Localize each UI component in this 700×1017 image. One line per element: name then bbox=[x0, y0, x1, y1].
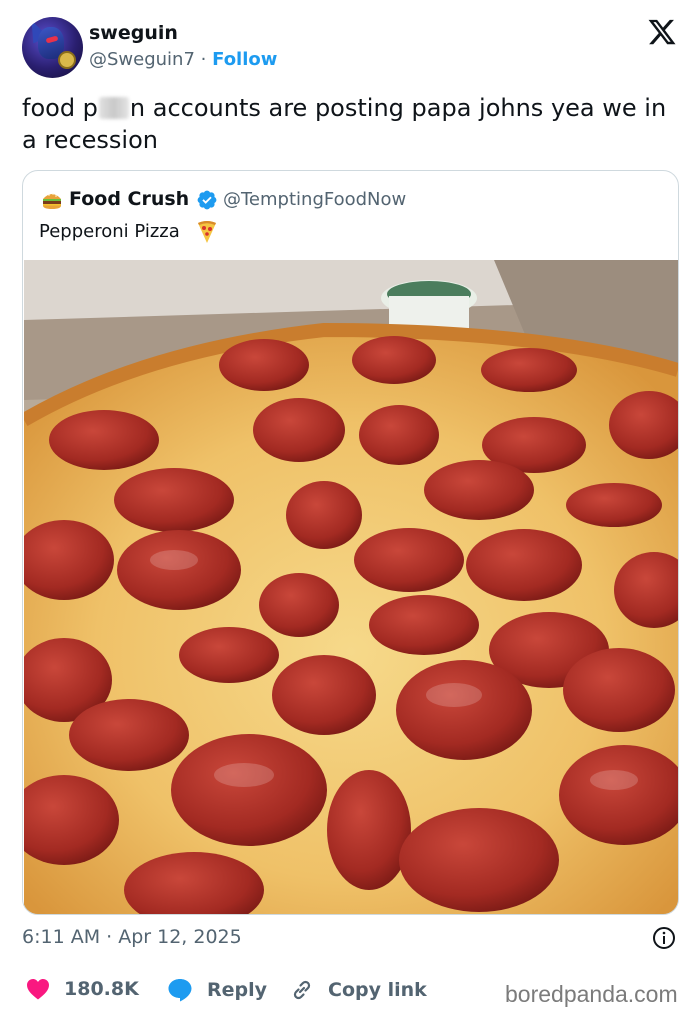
like-button[interactable]: 180.8K bbox=[26, 978, 139, 1000]
link-icon bbox=[293, 980, 311, 1000]
heart-icon bbox=[27, 979, 49, 1000]
separator-dot: · bbox=[200, 49, 207, 70]
quoted-display-name[interactable]: Food Crush bbox=[69, 188, 189, 210]
author-display-name[interactable]: sweguin bbox=[89, 22, 178, 44]
follow-button[interactable]: Follow bbox=[212, 49, 277, 70]
verified-badge-icon bbox=[197, 190, 217, 210]
info-icon[interactable] bbox=[652, 926, 676, 950]
copy-link-button[interactable]: Copy link bbox=[290, 978, 427, 1002]
quoted-handle[interactable]: @TemptingFoodNow bbox=[223, 189, 406, 210]
watermark: boredpanda.com bbox=[505, 981, 678, 1007]
censored-blur bbox=[98, 97, 129, 119]
tweet-text: food pn accounts are posting papa johns … bbox=[22, 92, 682, 156]
author-handle-line: @Sweguin7 · Follow bbox=[89, 49, 277, 70]
quoted-tweet-card[interactable]: Food Crush @TemptingFoodNow Pepperoni Pi… bbox=[22, 170, 679, 915]
author-handle[interactable]: @Sweguin7 bbox=[89, 49, 195, 70]
pizza-slice-icon bbox=[198, 221, 216, 243]
reply-button[interactable]: Reply bbox=[167, 978, 267, 1002]
tweet-timestamp[interactable]: 6:11 AM · Apr 12, 2025 bbox=[22, 926, 242, 948]
reply-label: Reply bbox=[207, 979, 268, 1001]
author-avatar[interactable] bbox=[22, 17, 83, 78]
tweet-text-part1: food p bbox=[22, 94, 98, 122]
copy-link-label: Copy link bbox=[328, 979, 427, 1001]
reply-bubble-icon bbox=[168, 979, 192, 1002]
burger-icon bbox=[43, 193, 61, 209]
quoted-text: Pepperoni Pizza bbox=[39, 221, 180, 242]
x-logo-icon[interactable] bbox=[647, 17, 677, 47]
pizza-photo[interactable] bbox=[24, 260, 678, 915]
like-count: 180.8K bbox=[64, 978, 139, 1000]
